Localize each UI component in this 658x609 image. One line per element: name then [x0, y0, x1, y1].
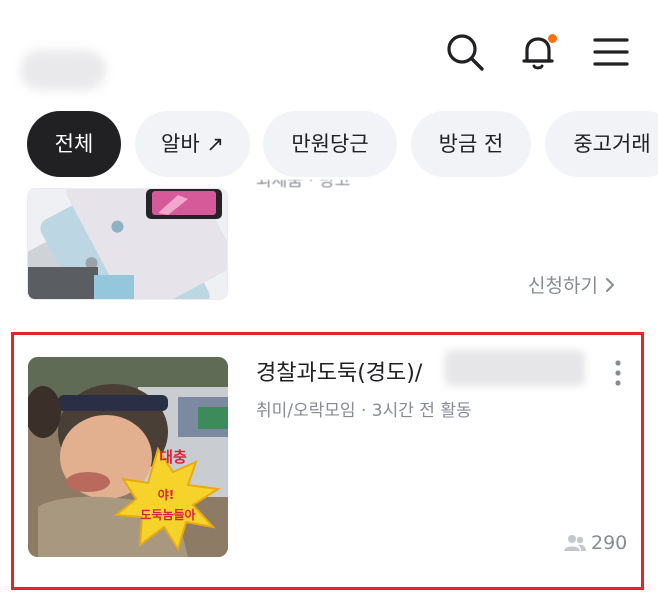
chip-manwon-danggeun[interactable]: 만원당근 — [263, 111, 397, 177]
chevron-right-icon — [604, 275, 616, 297]
thumbnail-caption-line2: 도둑놈들아 — [140, 507, 195, 522]
menu-icon[interactable] — [589, 30, 633, 74]
group-title[interactable]: 경찰과도둑(경도)/ — [256, 356, 422, 392]
thumbnail-caption-top: 대충 — [159, 448, 187, 466]
group-activity: 3시간 전 활동 — [371, 401, 472, 421]
group-meta: 취미/오락모임 · 3시간 전 활동 — [256, 401, 472, 421]
category-chip-bar: 전체 알바 ↗ 만원당근 방금 전 중고거래 — [0, 111, 658, 177]
product-thumbnail[interactable] — [27, 188, 228, 300]
chip-used-trade[interactable]: 중고거래 — [545, 111, 658, 177]
notification-dot — [548, 34, 557, 43]
more-options-icon[interactable] — [606, 355, 630, 391]
member-count: 290 — [563, 528, 627, 558]
member-count-value: 290 — [591, 532, 628, 554]
redacted-title-part — [445, 350, 585, 386]
thumbnail-caption-line1: 야! — [158, 487, 175, 502]
notification-bell-icon[interactable] — [516, 30, 560, 74]
chip-all[interactable]: 전체 — [27, 111, 121, 177]
members-icon — [563, 532, 591, 554]
chip-just-now[interactable]: 방금 전 — [411, 111, 531, 177]
location-selector[interactable] — [20, 50, 106, 90]
apply-label: 신청하기 — [528, 275, 598, 297]
apply-link[interactable]: 신청하기 — [528, 272, 616, 300]
group-category: 취미/오락모임 — [256, 401, 356, 421]
chip-part-time[interactable]: 알바 ↗ — [135, 111, 250, 177]
previous-card-meta: 외제품 · 광고 — [256, 180, 351, 191]
group-thumbnail[interactable]: 대충 야! 도둑놈들아 — [28, 357, 228, 557]
search-icon[interactable] — [443, 30, 487, 74]
